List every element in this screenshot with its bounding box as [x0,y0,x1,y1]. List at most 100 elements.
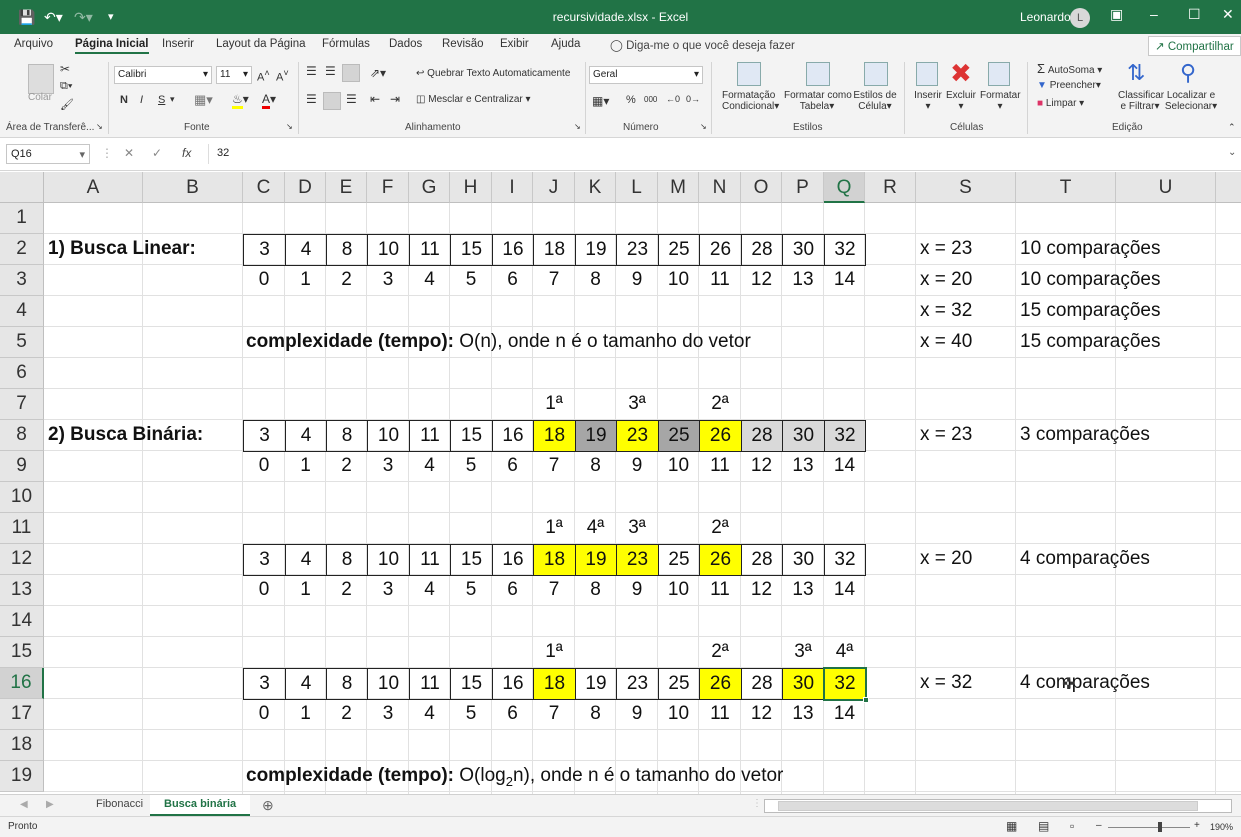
vector-cell[interactable]: 10 [367,420,410,452]
index-cell[interactable]: 14 [824,575,865,606]
align-right-icon[interactable]: ☰ [346,92,357,106]
row-header[interactable]: 8 [0,420,44,451]
font-size-select[interactable]: 11 ▾ [216,66,252,84]
index-cell[interactable]: 2 [326,265,367,296]
increase-decimal-icon[interactable]: ←0 [666,94,680,104]
spreadsheet-grid[interactable]: A B C D E F G H I J K L M N O P Q R S T U 1 2 3 4 5 6 7 8 9 10 11 12 13 14… [0,172,1241,794]
row-header[interactable]: 4 [0,296,44,327]
index-cell[interactable]: 4 [409,699,450,730]
index-cell[interactable]: 13 [782,265,824,296]
column-header[interactable]: G [409,172,450,203]
comparison-order-mark[interactable]: 2ª [699,637,741,668]
vector-cell[interactable]: 23 [616,544,659,576]
search-target[interactable]: x = 23 [920,234,972,265]
comparison-order-mark[interactable]: 2ª [699,389,741,420]
comparison-order-mark[interactable]: 3ª [782,637,824,668]
row-header[interactable]: 16 [0,668,44,699]
index-cell[interactable]: 11 [699,575,741,606]
copy-icon[interactable]: ⧉▾ [60,80,72,93]
index-cell[interactable]: 2 [326,699,367,730]
vector-cell[interactable]: 8 [326,544,368,576]
grow-font-icon[interactable]: A˄ [257,68,270,84]
index-cell[interactable]: 9 [616,265,658,296]
zoom-in-icon[interactable]: + [1194,820,1200,831]
vector-cell[interactable]: 19 [575,544,617,576]
number-format-select[interactable]: Geral ▾ [589,66,703,84]
paste-button[interactable]: Colar [28,92,52,103]
vector-cell[interactable]: 10 [367,668,410,700]
enter-icon[interactable]: ✓ [152,146,162,160]
index-cell[interactable]: 7 [533,265,575,296]
row-header[interactable]: 2 [0,234,44,265]
index-cell[interactable]: 13 [782,699,824,730]
row-header[interactable]: 14 [0,606,44,637]
index-cell[interactable]: 1 [285,699,326,730]
scrollbar-thumb[interactable] [778,801,1198,811]
search-target[interactable]: x = 20 [920,265,972,296]
avatar[interactable]: L [1070,8,1090,28]
vector-cell[interactable]: 26 [699,420,742,452]
insert-function-button[interactable]: fx [182,146,191,160]
paste-icon[interactable] [28,64,54,94]
vector-cell[interactable]: 11 [409,420,451,452]
index-cell[interactable]: 1 [285,265,326,296]
decrease-indent-icon[interactable]: ⇤ [370,92,380,106]
column-header[interactable]: I [492,172,533,203]
index-cell[interactable]: 1 [285,575,326,606]
comparison-count[interactable]: 15 comparações [1020,296,1160,327]
index-cell[interactable]: 5 [450,451,492,482]
index-cell[interactable]: 14 [824,451,865,482]
index-cell[interactable]: 5 [450,265,492,296]
index-cell[interactable]: 5 [450,575,492,606]
comparison-order-mark[interactable]: 2ª [699,513,741,544]
merge-center-button[interactable]: ◫ Mesclar e Centralizar ▾ [416,94,531,105]
add-sheet-icon[interactable]: ⊕ [262,797,274,814]
cell-styles-button[interactable]: Estilos de Célula▾ [853,90,897,112]
complexity-binary[interactable]: complexidade (tempo): O(log2n), onde n é… [246,761,783,792]
sheet-tab-busca-binaria[interactable]: Busca binária [150,795,251,816]
vector-cell[interactable]: 30 [782,420,825,452]
align-top-icon[interactable]: ☰ [306,64,317,78]
align-left-icon[interactable]: ☰ [306,92,317,106]
tab-inserir[interactable]: Inserir [162,38,194,50]
vector-cell[interactable]: 3 [243,544,286,576]
index-cell[interactable]: 0 [243,575,285,606]
column-header[interactable]: J [533,172,575,203]
formula-input[interactable]: 32 [208,144,1234,164]
index-cell[interactable]: 9 [616,451,658,482]
index-cell[interactable]: 14 [824,699,865,730]
vector-cell[interactable]: 11 [409,234,451,266]
vector-cell[interactable]: 16 [492,420,534,452]
index-cell[interactable]: 8 [575,699,616,730]
autosum-button[interactable]: Σ AutoSoma ▾ [1037,61,1102,76]
name-box[interactable]: Q16 ▾ [6,144,90,164]
page-layout-icon[interactable]: ▤ [1038,819,1049,833]
vector-cell[interactable]: 18 [533,420,576,452]
comparison-order-mark[interactable]: 1ª [533,389,575,420]
vector-cell[interactable]: 4 [285,234,327,266]
index-cell[interactable]: 4 [409,575,450,606]
zoom-out-icon[interactable]: – [1096,820,1102,831]
vector-cell[interactable]: 8 [326,234,368,266]
tab-ajuda[interactable]: Ajuda [551,38,580,50]
vector-cell[interactable]: 16 [492,544,534,576]
vector-cell[interactable]: 28 [741,420,783,452]
vector-cell[interactable]: 16 [492,234,534,266]
index-cell[interactable]: 6 [492,699,533,730]
fill-handle[interactable] [863,697,869,703]
decrease-decimal-icon[interactable]: 0→ [686,94,700,104]
zoom-slider-thumb[interactable] [1158,822,1162,832]
column-header[interactable]: B [143,172,243,203]
shrink-font-icon[interactable]: A˅ [276,68,289,84]
row-header[interactable]: 9 [0,451,44,482]
vector-cell[interactable]: 4 [285,420,327,452]
column-header[interactable]: F [367,172,409,203]
search-target[interactable]: x = 20 [920,544,972,575]
complexity-linear[interactable]: complexidade (tempo): O(n), onde n é o t… [246,327,751,358]
column-header[interactable]: A [44,172,143,203]
search-target[interactable]: x = 40 [920,327,972,358]
column-header[interactable]: H [450,172,492,203]
cancel-icon[interactable]: ✕ [124,146,134,160]
index-cell[interactable]: 2 [326,575,367,606]
normal-view-icon[interactable]: ▦ [1006,819,1017,833]
